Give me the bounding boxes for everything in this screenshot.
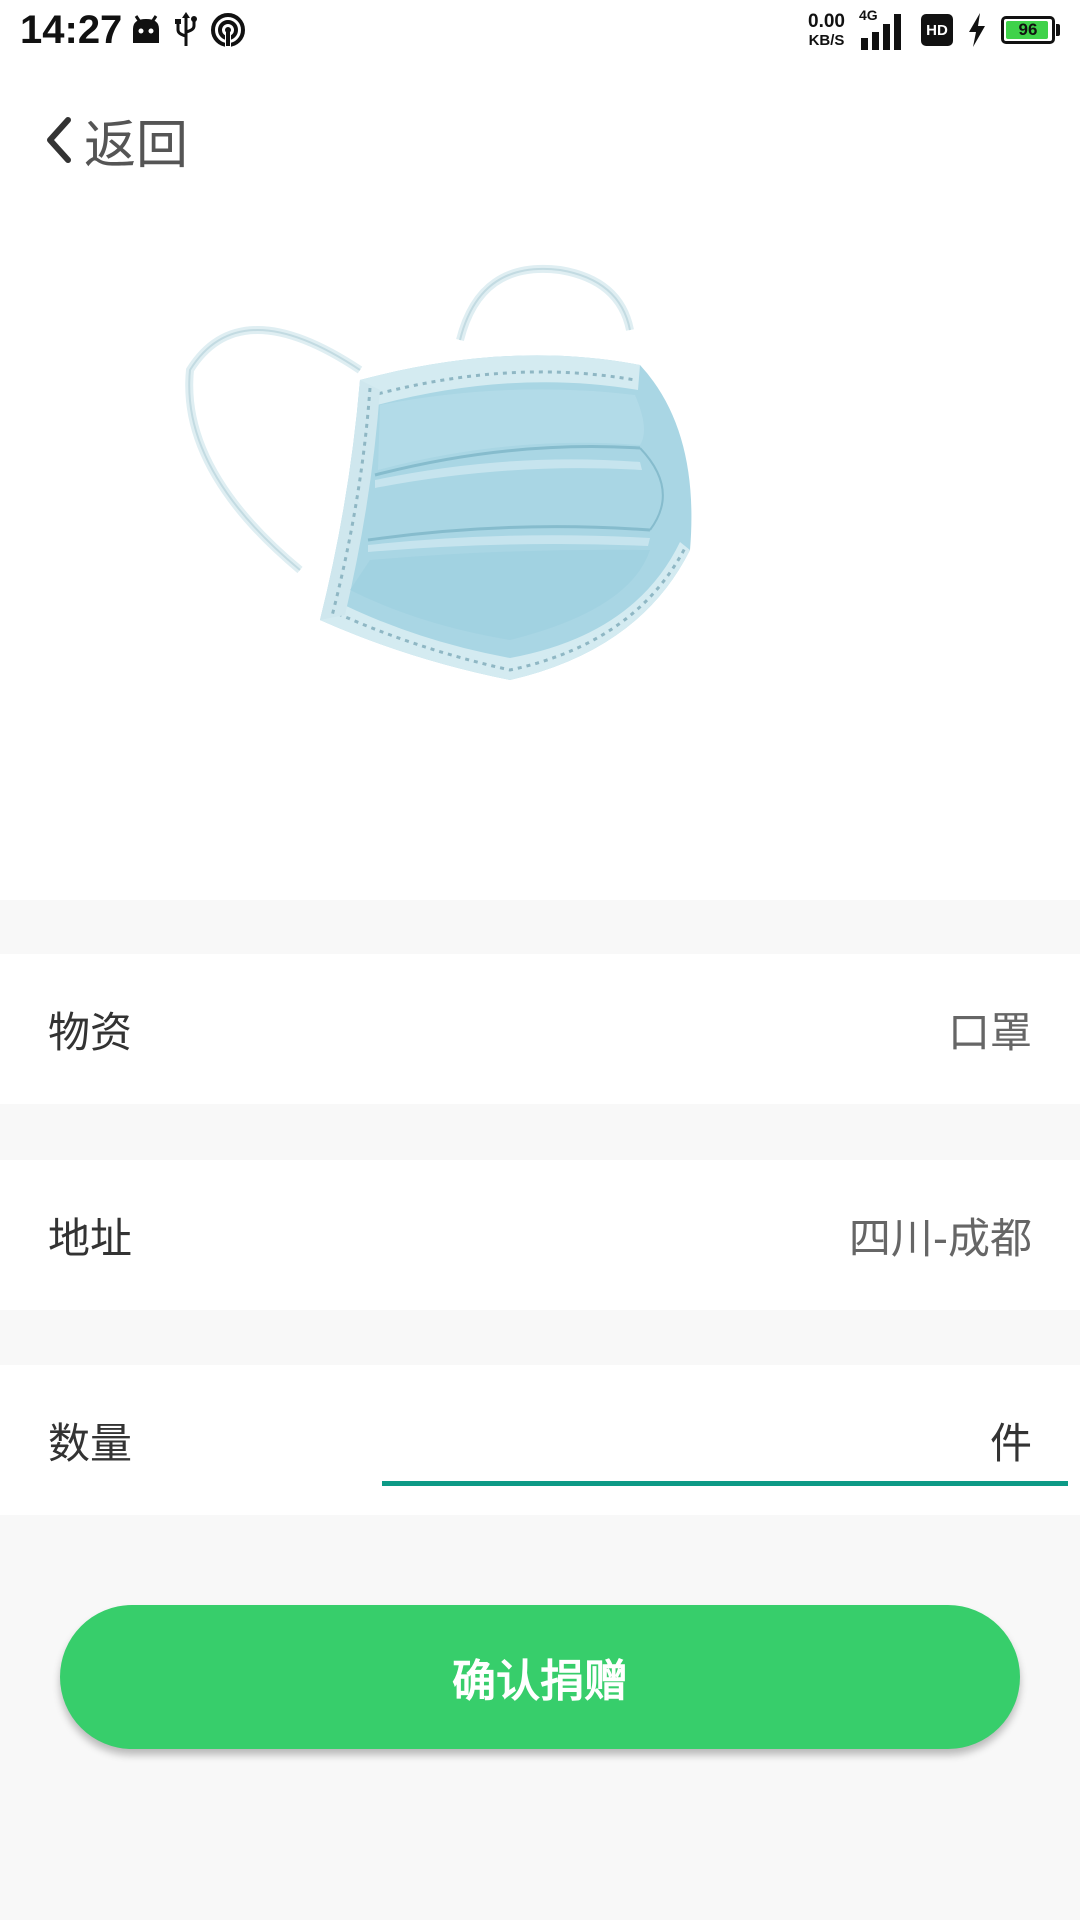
network-speed: 0.00 KB/S xyxy=(808,12,845,48)
quantity-label: 数量 xyxy=(48,1418,133,1468)
address-row: 地址 四川-成都 xyxy=(0,1160,1080,1310)
status-left-icons xyxy=(130,10,258,50)
material-label: 物资 xyxy=(48,1007,133,1057)
status-bar: 14:27 0.00 KB/S 4G HD 96 xyxy=(0,0,1080,60)
material-row: 物资 口罩 xyxy=(0,954,1080,1104)
hotspot-icon xyxy=(211,13,245,48)
charging-icon xyxy=(969,13,985,47)
confirm-donation-button[interactable]: 确认捐赠 xyxy=(60,1605,1020,1749)
battery-icon: 96 xyxy=(1001,16,1060,44)
hd-badge: HD xyxy=(921,14,953,46)
status-time: 14:27 xyxy=(20,8,123,52)
quantity-row: 数量 件 xyxy=(0,1365,1080,1515)
confirm-donation-label: 确认捐赠 xyxy=(452,1656,628,1707)
surgical-mask-image xyxy=(185,264,692,680)
quantity-input-underline xyxy=(382,1481,1068,1486)
usb-icon xyxy=(175,12,197,46)
back-label: 返回 xyxy=(84,115,189,176)
material-value: 口罩 xyxy=(947,1007,1032,1057)
battery-level: 96 xyxy=(1018,20,1038,39)
battery-tip xyxy=(1056,24,1060,36)
address-value: 四川-成都 xyxy=(848,1213,1032,1263)
product-header: 返回 xyxy=(0,60,1080,900)
network-speed-value: 0.00 xyxy=(808,11,845,32)
address-label: 地址 xyxy=(48,1213,133,1263)
quantity-unit: 件 xyxy=(989,1418,1032,1468)
status-right-icons: 0.00 KB/S 4G HD 96 xyxy=(808,8,1060,52)
signal-icon: 4G xyxy=(859,8,907,52)
network-speed-unit: KB/S xyxy=(808,32,845,49)
battery-body: 96 xyxy=(1001,16,1055,44)
quantity-input[interactable] xyxy=(382,1395,982,1475)
donation-confirm-page: 14:27 0.00 KB/S 4G HD 96 返回 物资 口罩 地址 四川-… xyxy=(0,0,1080,1920)
back-button[interactable]: 返回 xyxy=(44,100,188,180)
chevron-left-icon xyxy=(47,117,71,163)
android-icon xyxy=(133,15,159,43)
